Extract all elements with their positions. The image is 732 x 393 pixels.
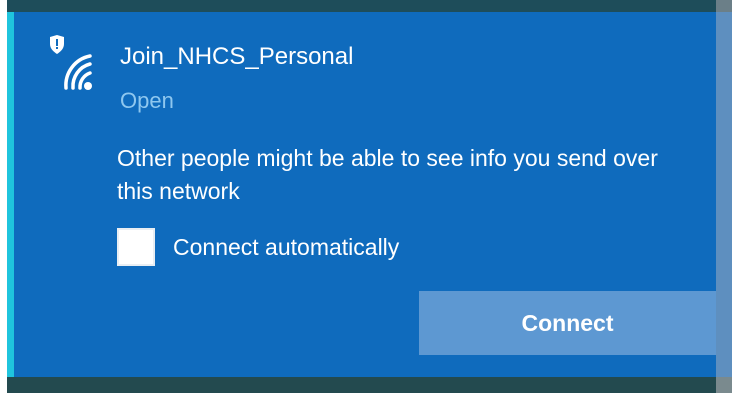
bottom-border bbox=[7, 377, 725, 393]
connect-button[interactable]: Connect bbox=[419, 291, 716, 355]
connect-automatically-option[interactable]: Connect automatically bbox=[117, 226, 399, 268]
connect-automatically-label[interactable]: Connect automatically bbox=[173, 234, 399, 261]
top-border bbox=[7, 0, 725, 12]
connect-automatically-checkbox[interactable] bbox=[117, 228, 155, 266]
network-name: Join_NHCS_Personal bbox=[120, 43, 354, 70]
security-warning-text: Other people might be able to see info y… bbox=[117, 145, 658, 204]
top-border-right bbox=[716, 0, 732, 12]
wifi-shield-icon bbox=[46, 34, 96, 92]
network-flyout: Join_NHCS_Personal Open Other people mig… bbox=[0, 0, 732, 393]
bottom-border-right bbox=[716, 377, 732, 393]
network-security-status: Open bbox=[120, 88, 174, 113]
selection-accent-bar bbox=[7, 12, 14, 377]
scrollbar-track[interactable] bbox=[716, 12, 732, 377]
